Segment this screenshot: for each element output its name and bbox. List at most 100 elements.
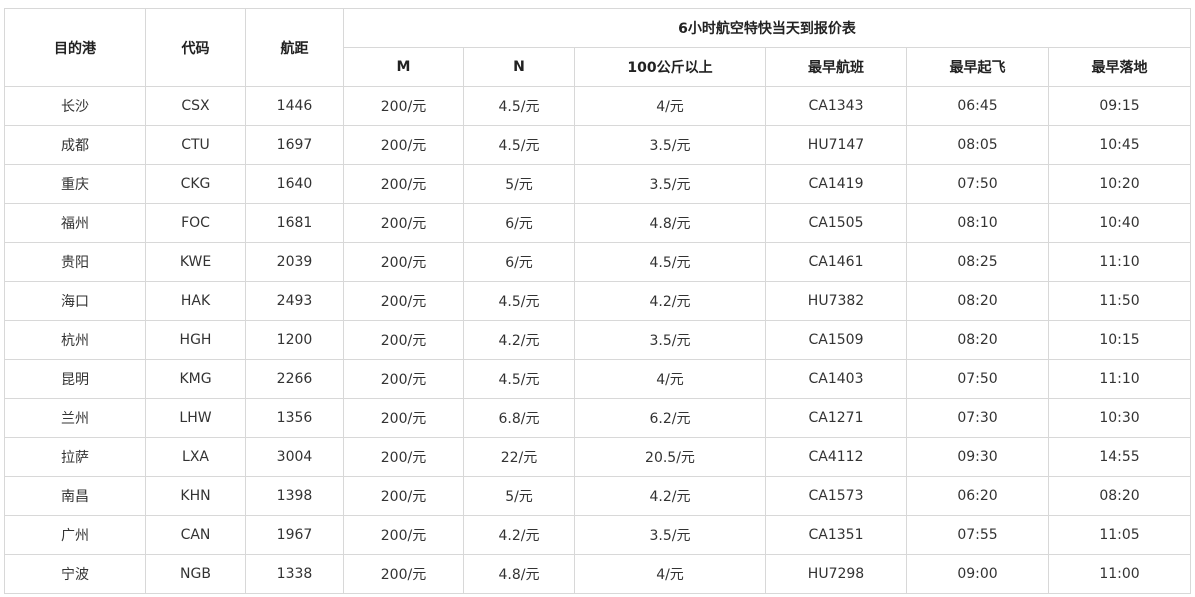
cell-distance: 2266 — [245, 359, 344, 399]
cell-distance: 3004 — [245, 437, 344, 477]
cell-dest: 广州 — [4, 515, 146, 555]
cell-distance: 1640 — [245, 164, 344, 204]
cell-n: 4.5/元 — [463, 86, 575, 126]
cell-takeoff: 08:20 — [906, 320, 1049, 360]
table-row: 兰州 LHW 1356 200/元 6.8/元 6.2/元 CA1271 07:30 10:30 — [4, 398, 1192, 438]
cell-takeoff: 08:25 — [906, 242, 1049, 282]
cell-distance: 1356 — [245, 398, 344, 438]
header-code: 代码 — [145, 8, 246, 87]
cell-landing: 10:45 — [1047, 125, 1192, 165]
cell-m: 200/元 — [343, 515, 464, 555]
cell-distance: 1200 — [245, 320, 344, 360]
cell-over100: 3.5/元 — [574, 125, 766, 165]
cell-takeoff: 09:30 — [906, 437, 1049, 477]
cell-code: CTU — [145, 125, 246, 165]
cell-n: 4.2/元 — [463, 515, 575, 555]
cell-over100: 6.2/元 — [574, 398, 766, 438]
table-row: 宁波 NGB 1338 200/元 4.8/元 4/元 HU7298 09:00 11:00 — [4, 554, 1192, 594]
cell-distance: 1398 — [245, 476, 344, 516]
cell-code: CAN — [145, 515, 246, 555]
cell-landing: 11:10 — [1047, 242, 1192, 282]
cell-flight: CA1505 — [765, 203, 907, 243]
price-table-container: 目的港 代码 航距 6小时航空特快当天到报价表 M N 100公斤以上 最早航班… — [4, 8, 1192, 594]
table-header: 目的港 代码 航距 6小时航空特快当天到报价表 M N 100公斤以上 最早航班… — [4, 8, 1192, 87]
cell-takeoff: 06:20 — [906, 476, 1049, 516]
header-distance: 航距 — [245, 8, 344, 87]
table-row: 重庆 CKG 1640 200/元 5/元 3.5/元 CA1419 07:50 10:20 — [4, 164, 1192, 204]
table-row: 广州 CAN 1967 200/元 4.2/元 3.5/元 CA1351 07:55 11:05 — [4, 515, 1192, 555]
cell-m: 200/元 — [343, 242, 464, 282]
cell-dest: 成都 — [4, 125, 146, 165]
header-over100: 100公斤以上 — [574, 47, 766, 87]
cell-flight: CA1461 — [765, 242, 907, 282]
header-n: N — [463, 47, 575, 87]
cell-takeoff: 07:50 — [906, 359, 1049, 399]
cell-code: LHW — [145, 398, 246, 438]
cell-flight: CA4112 — [765, 437, 907, 477]
cell-dest: 杭州 — [4, 320, 146, 360]
cell-dest: 拉萨 — [4, 437, 146, 477]
cell-over100: 3.5/元 — [574, 515, 766, 555]
cell-over100: 4.5/元 — [574, 242, 766, 282]
cell-n: 6/元 — [463, 242, 575, 282]
cell-m: 200/元 — [343, 320, 464, 360]
cell-dest: 重庆 — [4, 164, 146, 204]
cell-takeoff: 07:30 — [906, 398, 1049, 438]
cell-n: 4.5/元 — [463, 281, 575, 321]
header-m: M — [343, 47, 464, 87]
cell-distance: 2493 — [245, 281, 344, 321]
cell-flight: CA1343 — [765, 86, 907, 126]
table-row: 福州 FOC 1681 200/元 6/元 4.8/元 CA1505 08:10 10:40 — [4, 203, 1192, 243]
header-takeoff: 最早起飞 — [906, 47, 1049, 87]
cell-landing: 11:05 — [1047, 515, 1192, 555]
cell-n: 5/元 — [463, 476, 575, 516]
cell-dest: 昆明 — [4, 359, 146, 399]
cell-flight: CA1509 — [765, 320, 907, 360]
cell-dest: 南昌 — [4, 476, 146, 516]
cell-takeoff: 07:55 — [906, 515, 1049, 555]
cell-over100: 4/元 — [574, 554, 766, 594]
cell-landing: 09:15 — [1047, 86, 1192, 126]
cell-distance: 1446 — [245, 86, 344, 126]
cell-n: 22/元 — [463, 437, 575, 477]
cell-code: KMG — [145, 359, 246, 399]
cell-m: 200/元 — [343, 437, 464, 477]
header-row-top: 目的港 代码 航距 6小时航空特快当天到报价表 — [4, 8, 1192, 87]
cell-flight: CA1271 — [765, 398, 907, 438]
cell-flight: CA1419 — [765, 164, 907, 204]
cell-takeoff: 08:05 — [906, 125, 1049, 165]
cell-over100: 4.8/元 — [574, 203, 766, 243]
cell-n: 4.8/元 — [463, 554, 575, 594]
cell-n: 5/元 — [463, 164, 575, 204]
cell-m: 200/元 — [343, 164, 464, 204]
cell-takeoff: 06:45 — [906, 86, 1049, 126]
header-dest: 目的港 — [4, 8, 146, 87]
cell-code: CKG — [145, 164, 246, 204]
cell-code: HGH — [145, 320, 246, 360]
cell-over100: 4/元 — [574, 86, 766, 126]
cell-dest: 福州 — [4, 203, 146, 243]
cell-n: 4.5/元 — [463, 125, 575, 165]
cell-landing: 14:55 — [1047, 437, 1192, 477]
cell-takeoff: 08:10 — [906, 203, 1049, 243]
cell-landing: 10:20 — [1047, 164, 1192, 204]
cell-m: 200/元 — [343, 125, 464, 165]
cell-landing: 11:50 — [1047, 281, 1192, 321]
cell-code: CSX — [145, 86, 246, 126]
cell-n: 6.8/元 — [463, 398, 575, 438]
cell-landing: 11:10 — [1047, 359, 1192, 399]
table-row: 海口 HAK 2493 200/元 4.5/元 4.2/元 HU7382 08:20 11:50 — [4, 281, 1192, 321]
cell-landing: 08:20 — [1047, 476, 1192, 516]
cell-n: 4.5/元 — [463, 359, 575, 399]
cell-distance: 2039 — [245, 242, 344, 282]
cell-over100: 20.5/元 — [574, 437, 766, 477]
cell-distance: 1338 — [245, 554, 344, 594]
table-row: 杭州 HGH 1200 200/元 4.2/元 3.5/元 CA1509 08:20 10:15 — [4, 320, 1192, 360]
cell-code: HAK — [145, 281, 246, 321]
cell-dest: 贵阳 — [4, 242, 146, 282]
cell-m: 200/元 — [343, 203, 464, 243]
cell-code: NGB — [145, 554, 246, 594]
header-flight: 最早航班 — [765, 47, 907, 87]
header-group-title: 6小时航空特快当天到报价表 — [342, 8, 1192, 48]
cell-over100: 3.5/元 — [574, 164, 766, 204]
